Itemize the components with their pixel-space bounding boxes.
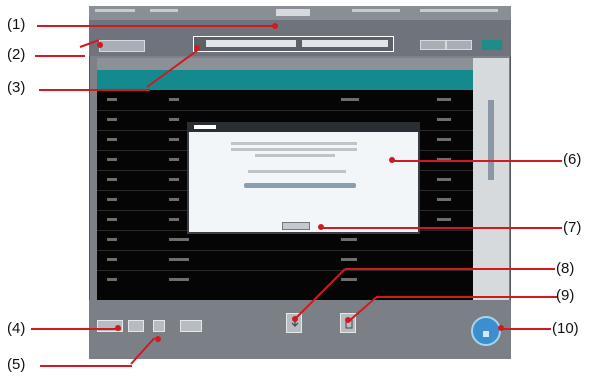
- list-cell: [169, 138, 179, 141]
- list-cell: [169, 178, 179, 181]
- list-cell: [107, 278, 117, 281]
- callout-label-8: (8): [556, 260, 575, 277]
- callout-dot-10: [498, 325, 504, 331]
- callout-dot-8: [292, 316, 298, 322]
- callout-label-7: (7): [563, 219, 582, 236]
- list-cell: [341, 278, 357, 281]
- callout-line-8: [345, 268, 555, 270]
- callout-label-6: (6): [563, 151, 582, 168]
- callout-label-1: (1): [7, 16, 26, 33]
- callout-label-10: (10): [552, 320, 579, 337]
- callout-dot-7: [318, 224, 324, 230]
- list-cell: [107, 258, 117, 261]
- list-cell: [437, 178, 451, 181]
- list-row-divider: [97, 110, 473, 111]
- callout-dot-5: [155, 336, 161, 342]
- list-cell: [107, 198, 117, 201]
- callout-line-10: [501, 328, 551, 330]
- dialog-message-line: [231, 148, 357, 151]
- clear-button[interactable]: [446, 40, 472, 50]
- dialog-cancel-button[interactable]: [282, 222, 310, 230]
- callout-line-7: [320, 227, 562, 229]
- scrollbar-thumb[interactable]: [488, 100, 494, 180]
- list-row-divider: [97, 250, 473, 251]
- search-button[interactable]: [420, 40, 446, 50]
- list-column-header: [97, 58, 473, 70]
- list-cell: [107, 138, 117, 141]
- list-cell: [437, 98, 451, 101]
- search-input[interactable]: [206, 40, 296, 47]
- callout-line-4: [31, 328, 121, 330]
- bottom-tool-button-3[interactable]: [153, 320, 165, 332]
- callout-line-1: [37, 25, 277, 27]
- list-cell: [169, 258, 189, 261]
- callout-label-2: (2): [7, 46, 26, 63]
- list-cell: [107, 118, 117, 121]
- list-cell: [169, 218, 179, 221]
- dialog-message-line: [231, 142, 357, 145]
- callout-dot-6: [389, 157, 395, 163]
- list-cell: [107, 218, 117, 221]
- progress-dialog: [187, 122, 420, 234]
- callout-label-4: (4): [7, 320, 26, 337]
- status-indicator: [276, 9, 310, 16]
- dialog-status-text: [248, 170, 346, 173]
- callout-dot-2: [97, 42, 103, 48]
- list-cell: [341, 98, 359, 101]
- callout-dot-3: [194, 45, 200, 51]
- list-cell: [169, 278, 189, 281]
- list-cell: [169, 238, 189, 241]
- list-cell: [341, 238, 357, 241]
- list-cell: [437, 118, 451, 121]
- callout-dot-1: [272, 23, 278, 29]
- list-cell: [107, 178, 117, 181]
- callout-line-9: [376, 296, 558, 298]
- callout-line-3: [39, 89, 150, 91]
- callout-line-6: [392, 160, 562, 162]
- round-action-button[interactable]: [471, 316, 501, 346]
- status-text: [352, 9, 400, 12]
- callout-line-5: [40, 365, 132, 367]
- callout-label-3: (3): [7, 79, 26, 96]
- progress-bar: [244, 183, 356, 188]
- list-cell: [437, 138, 451, 141]
- list-switch-button[interactable]: [99, 40, 145, 52]
- list-cell: [437, 198, 451, 201]
- bottom-tool-button-2[interactable]: [128, 320, 144, 332]
- dialog-title: [194, 125, 216, 129]
- callout-label-5: (5): [7, 356, 26, 373]
- list-cell: [169, 198, 179, 201]
- callout-label-9: (9): [556, 287, 575, 304]
- dialog-title-bar: [187, 122, 420, 132]
- status-text: [95, 9, 135, 12]
- list-cell: [107, 98, 117, 101]
- list-cell: [107, 238, 117, 241]
- list-cell: [437, 218, 451, 221]
- list-row-divider: [97, 270, 473, 271]
- bottom-tool-button-4[interactable]: [180, 320, 202, 332]
- search-input-secondary[interactable]: [302, 40, 388, 47]
- callout-dot-9: [345, 317, 351, 323]
- callout-line-2: [35, 55, 85, 57]
- list-cell: [169, 158, 179, 161]
- list-cell: [169, 98, 179, 101]
- status-text: [150, 9, 178, 12]
- list-cell: [107, 158, 117, 161]
- option-button[interactable]: [482, 40, 502, 50]
- status-text: [420, 9, 498, 12]
- list-cell: [169, 118, 179, 121]
- circle-button-icon: [481, 326, 491, 337]
- callout-dot-4: [115, 325, 121, 331]
- dialog-message-line: [255, 154, 335, 157]
- list-cell: [341, 258, 357, 261]
